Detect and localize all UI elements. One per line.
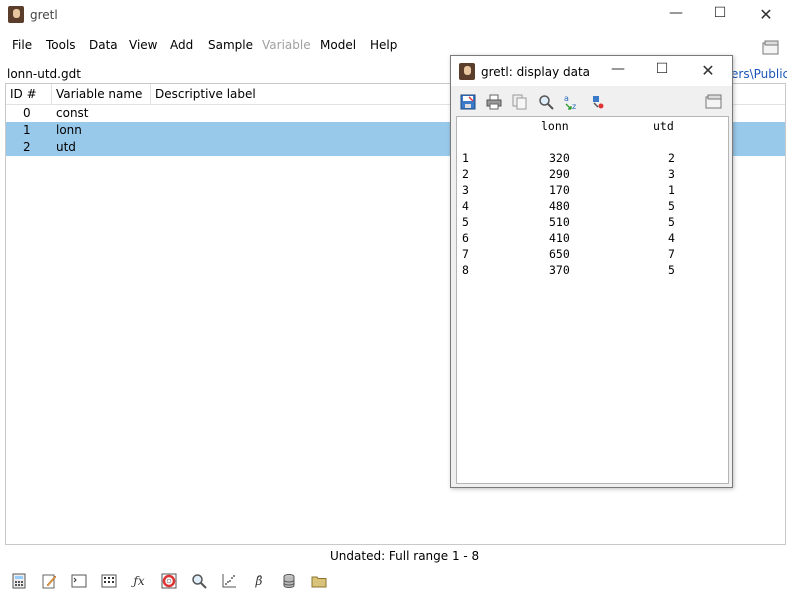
obs-index: 7 bbox=[462, 247, 469, 261]
column-header-lonn: lonn bbox=[541, 119, 569, 133]
print-icon[interactable] bbox=[485, 93, 503, 111]
utd-value: 5 bbox=[668, 199, 675, 213]
menu-help[interactable]: Help bbox=[370, 38, 397, 52]
column-header-id[interactable]: ID # bbox=[10, 87, 37, 101]
function-icon[interactable]: ƒx bbox=[130, 572, 148, 590]
row-id: 0 bbox=[23, 106, 31, 120]
utd-value: 3 bbox=[668, 167, 675, 181]
menu-data[interactable]: Data bbox=[89, 38, 118, 52]
lonn-value: 480 bbox=[549, 199, 570, 213]
find-icon[interactable] bbox=[537, 93, 555, 111]
gretl-app-icon bbox=[459, 63, 475, 80]
restore-window-icon[interactable] bbox=[705, 93, 723, 111]
working-dir-path: ers\Public bbox=[731, 67, 787, 81]
dd-close-button[interactable]: ✕ bbox=[697, 61, 719, 80]
data-display-text-area[interactable]: lonn utd 1 320 2 2 290 3 3 170 1 4 480 5… bbox=[456, 116, 729, 484]
maximize-button[interactable]: ☐ bbox=[709, 5, 731, 21]
row-variable-name: utd bbox=[56, 140, 76, 154]
obs-index: 8 bbox=[462, 263, 469, 277]
save-icon[interactable] bbox=[459, 93, 477, 111]
beta-hat-model-icon[interactable]: β̂ bbox=[250, 572, 268, 590]
menu-view[interactable]: View bbox=[129, 38, 157, 52]
utd-value: 7 bbox=[668, 247, 675, 261]
edit-script-icon[interactable] bbox=[40, 572, 58, 590]
close-button[interactable]: ✕ bbox=[755, 5, 777, 24]
sort-icon[interactable]: az bbox=[563, 93, 581, 111]
obs-index: 4 bbox=[462, 199, 469, 213]
utd-value: 5 bbox=[668, 263, 675, 277]
lonn-value: 410 bbox=[549, 231, 570, 245]
row-variable-name: const bbox=[56, 106, 89, 120]
lonn-value: 170 bbox=[549, 183, 570, 197]
minimize-button[interactable]: — bbox=[665, 5, 687, 21]
menu-model[interactable]: Model bbox=[320, 38, 356, 52]
help-lifebuoy-icon[interactable] bbox=[160, 572, 178, 590]
status-bar-text: Undated: Full range 1 - 8 bbox=[330, 549, 480, 563]
edit-values-icon[interactable] bbox=[589, 93, 607, 111]
row-id: 2 bbox=[23, 140, 31, 154]
obs-index: 6 bbox=[462, 231, 469, 245]
copy-icon[interactable] bbox=[511, 93, 529, 111]
console-icon[interactable] bbox=[70, 572, 88, 590]
display-data-toolbar: az bbox=[451, 90, 732, 112]
title-bar: gretl — ☐ ✕ bbox=[0, 0, 787, 30]
gretl-app-icon bbox=[8, 6, 24, 23]
utd-value: 5 bbox=[668, 215, 675, 229]
obs-index: 2 bbox=[462, 167, 469, 181]
obs-index: 3 bbox=[462, 183, 469, 197]
window-title: gretl bbox=[30, 8, 58, 22]
search-icon[interactable] bbox=[190, 572, 208, 590]
column-header-descriptive-label[interactable]: Descriptive label bbox=[155, 87, 256, 101]
menu-file[interactable]: File bbox=[12, 38, 32, 52]
display-data-title: gretl: display data bbox=[481, 65, 591, 79]
session-icon-view-icon[interactable] bbox=[100, 572, 118, 590]
svg-text:a: a bbox=[564, 94, 569, 103]
utd-value: 2 bbox=[668, 151, 675, 165]
row-variable-name: lonn bbox=[56, 123, 82, 137]
column-header-variable-name[interactable]: Variable name bbox=[56, 87, 142, 101]
restore-window-icon[interactable] bbox=[762, 40, 780, 56]
menu-sample[interactable]: Sample bbox=[208, 38, 253, 52]
lonn-value: 290 bbox=[549, 167, 570, 181]
lonn-value: 320 bbox=[549, 151, 570, 165]
database-icon[interactable] bbox=[280, 572, 298, 590]
obs-index: 5 bbox=[462, 215, 469, 229]
dataset-filename: lonn-utd.gdt bbox=[7, 67, 81, 81]
obs-index: 1 bbox=[462, 151, 469, 165]
lonn-value: 510 bbox=[549, 215, 570, 229]
display-data-window: gretl: display data — ☐ ✕ az lonn utd 1 … bbox=[450, 55, 733, 488]
menu-tools[interactable]: Tools bbox=[46, 38, 76, 52]
lonn-value: 650 bbox=[549, 247, 570, 261]
menu-variable: Variable bbox=[262, 38, 311, 52]
column-header-utd: utd bbox=[653, 119, 674, 133]
utd-value: 1 bbox=[668, 183, 675, 197]
svg-text:z: z bbox=[572, 102, 576, 111]
dd-maximize-button[interactable]: ☐ bbox=[651, 61, 673, 77]
dd-minimize-button[interactable]: — bbox=[607, 61, 629, 77]
row-id: 1 bbox=[23, 123, 31, 137]
scatter-plot-icon[interactable] bbox=[220, 572, 238, 590]
lonn-value: 370 bbox=[549, 263, 570, 277]
menu-add[interactable]: Add bbox=[170, 38, 193, 52]
utd-value: 4 bbox=[668, 231, 675, 245]
display-data-title-bar: gretl: display data — ☐ ✕ bbox=[451, 56, 732, 86]
folder-icon[interactable] bbox=[310, 572, 328, 590]
calculator-icon[interactable] bbox=[10, 572, 28, 590]
